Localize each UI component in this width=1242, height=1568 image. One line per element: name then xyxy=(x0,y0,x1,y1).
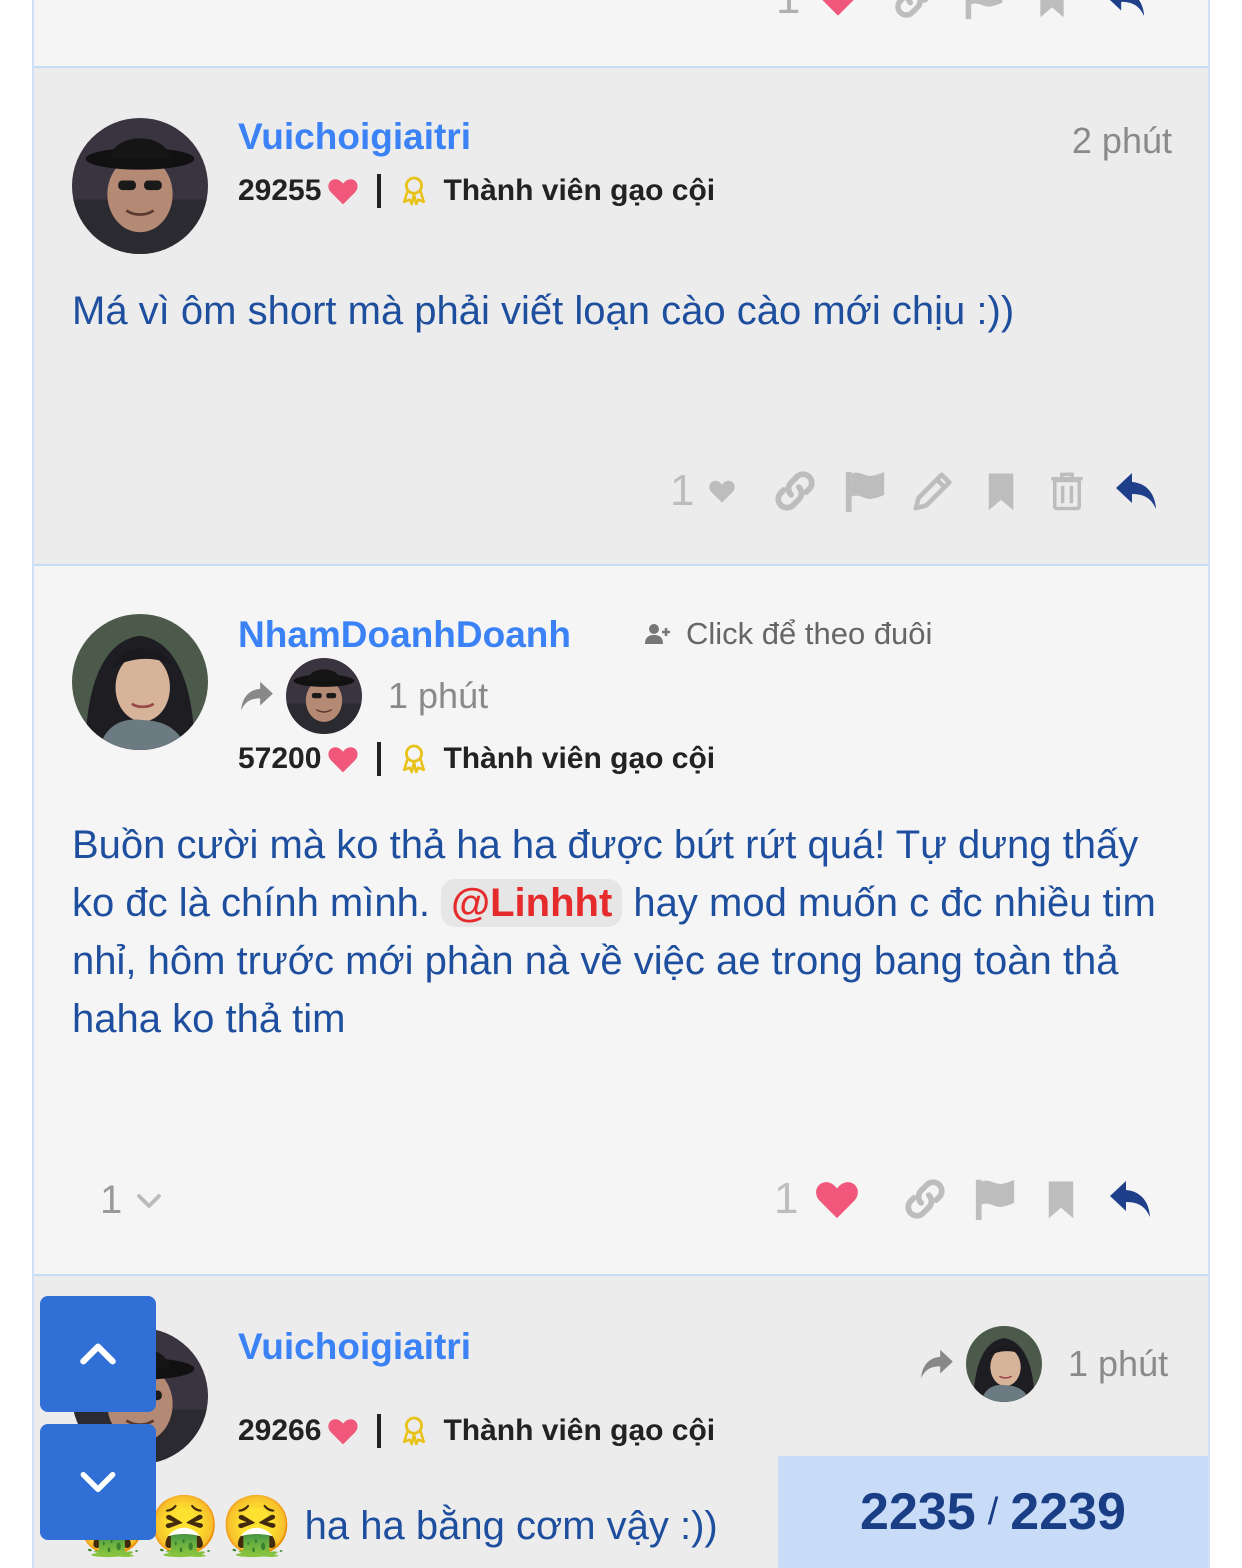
post-progress[interactable]: 2235 / 2239 xyxy=(778,1456,1208,1568)
divider xyxy=(377,174,382,208)
avatar[interactable] xyxy=(72,118,208,254)
bookmark-icon[interactable] xyxy=(980,470,1022,512)
bookmark-icon[interactable] xyxy=(1040,1178,1082,1220)
user-meta: 57200 Thành viên gạo cội xyxy=(238,742,715,776)
content-text: ha ha bằng cơm vậy :)) xyxy=(304,1504,718,1548)
heart-icon[interactable] xyxy=(814,1178,860,1220)
previous-post-partial: 1 xyxy=(34,0,1208,66)
replies-toggle[interactable]: 1 xyxy=(100,1178,164,1223)
flag-icon[interactable] xyxy=(842,468,888,514)
user-rank: Thành viên gạo cội xyxy=(443,1414,716,1447)
heart-icon xyxy=(327,1416,359,1446)
reply-to-avatar[interactable] xyxy=(966,1326,1042,1402)
heart-icon[interactable] xyxy=(708,478,736,504)
follow-label: Click để theo đuôi xyxy=(686,616,933,651)
vomit-emoji: 🤮 xyxy=(148,1493,221,1558)
link-icon[interactable] xyxy=(902,1176,948,1222)
post-nhamdoanhdoanh: NhamDoanhDoanh Click để theo đuôi 1 phút… xyxy=(34,566,1208,1274)
avatar[interactable] xyxy=(72,614,208,750)
follow-icon xyxy=(644,622,672,646)
current-post-number: 2235 xyxy=(860,1483,976,1541)
share-arrow-icon xyxy=(918,1345,956,1383)
share-arrow-icon xyxy=(238,677,276,715)
link-icon[interactable] xyxy=(772,468,818,514)
post-time[interactable]: 2 phút xyxy=(1072,120,1172,162)
flag-icon[interactable] xyxy=(972,1176,1018,1222)
heart-icon xyxy=(327,176,359,206)
chevron-down-icon xyxy=(134,1186,164,1216)
username[interactable]: Vuichoigiaitri xyxy=(238,1326,471,1368)
user-rank: Thành viên gạo cội xyxy=(443,174,716,207)
trash-icon[interactable] xyxy=(1046,468,1088,514)
total-post-number: 2239 xyxy=(1010,1483,1126,1541)
medal-icon xyxy=(401,175,427,207)
user-meta: 29266 Thành viên gạo cội xyxy=(238,1414,715,1448)
user-mention[interactable]: @Linhht xyxy=(441,879,623,927)
vomit-emoji: 🤮 xyxy=(220,1493,293,1558)
divider xyxy=(377,742,382,776)
reply-to-avatar[interactable] xyxy=(286,658,362,734)
post-actions: 1 xyxy=(670,466,1160,516)
pencil-icon[interactable] xyxy=(910,468,956,514)
post-actions: 1 xyxy=(774,1174,1154,1224)
chevron-up-icon xyxy=(76,1332,120,1376)
chevron-down-icon xyxy=(76,1460,120,1504)
reply-to[interactable]: 1 phút xyxy=(918,1326,1168,1402)
post-vuichoigiaitri-1: Vuichoigiaitri 2 phút 29255 Thành viên g… xyxy=(34,68,1208,564)
post-time[interactable]: 1 phút xyxy=(1068,1343,1168,1385)
flag-icon[interactable] xyxy=(962,0,1006,21)
username[interactable]: Vuichoigiaitri xyxy=(238,116,471,158)
heart-count: 29266 xyxy=(238,1414,322,1447)
username[interactable]: NhamDoanhDoanh xyxy=(238,614,571,656)
replies-count: 1 xyxy=(100,1178,123,1222)
user-meta: 29255 Thành viên gạo cội xyxy=(238,174,715,208)
reply-icon[interactable] xyxy=(1112,467,1160,515)
follow-button[interactable]: Click để theo đuôi xyxy=(644,616,932,652)
link-icon[interactable] xyxy=(892,0,936,21)
heart-count: 29255 xyxy=(238,174,322,207)
post-time[interactable]: 1 phút xyxy=(388,675,488,717)
post-content: Buồn cười mà ko thả ha ha được bứt rứt q… xyxy=(72,816,1172,1048)
like-count: 1 xyxy=(774,1174,799,1223)
post-feed: 1 Vuichoigiaitri 2 phút 29255 Thành viên… xyxy=(32,0,1210,1568)
previous-post-actions: 1 xyxy=(776,0,1148,24)
heart-icon xyxy=(327,744,359,774)
like-count: 1 xyxy=(670,466,695,515)
like-count: 1 xyxy=(776,0,800,24)
bookmark-icon[interactable] xyxy=(1032,0,1072,19)
scroll-up-button[interactable] xyxy=(40,1296,156,1412)
medal-icon xyxy=(401,1415,427,1447)
medal-icon xyxy=(401,743,427,775)
divider xyxy=(377,1414,382,1448)
reply-icon[interactable] xyxy=(1106,1175,1154,1223)
scroll-down-button[interactable] xyxy=(40,1424,156,1540)
reply-to[interactable]: 1 phút xyxy=(238,658,488,734)
user-rank: Thành viên gạo cội xyxy=(443,742,716,775)
reply-icon[interactable] xyxy=(1102,0,1148,22)
heart-icon[interactable] xyxy=(818,0,858,19)
post-content: 🤮 🤮 🤮 ha ha bằng cơm vậy :)) xyxy=(76,1490,718,1562)
progress-separator: / xyxy=(987,1490,999,1533)
post-content: Má vì ôm short mà phải viết loạn cào cào… xyxy=(72,289,1015,333)
heart-count: 57200 xyxy=(238,742,322,775)
